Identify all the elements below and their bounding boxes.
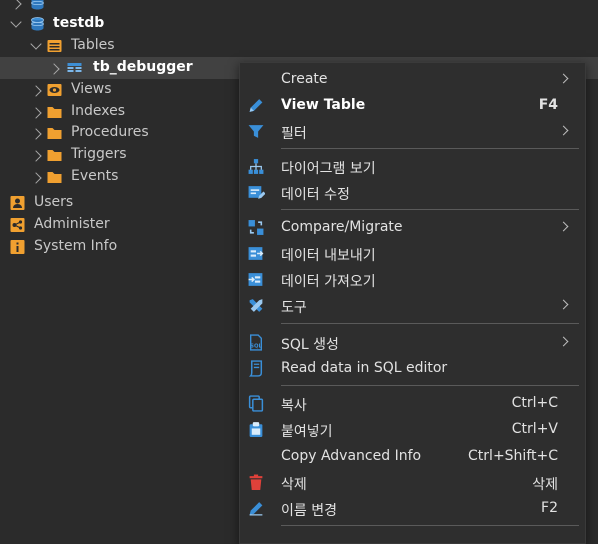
chevron-down-icon[interactable] xyxy=(10,16,22,28)
import-icon xyxy=(248,273,263,286)
compare-icon xyxy=(248,220,264,235)
menu-item-paste[interactable]: 붙여넣기 Ctrl+V xyxy=(240,416,585,442)
tools-icon xyxy=(249,299,263,312)
context-menu: Create View Table F4 필터 다이어그램 보기 데이터 수정 … xyxy=(239,62,586,544)
menu-item-label: View Table xyxy=(281,97,366,113)
menu-item-delete[interactable]: 삭제 삭제 xyxy=(240,469,585,495)
copy-icon xyxy=(248,395,264,412)
database-name: testdb xyxy=(53,15,105,31)
menu-item-filter[interactable]: 필터 xyxy=(240,118,585,144)
menu-item-label: 복사 xyxy=(281,398,307,414)
diagram-icon xyxy=(248,159,264,174)
chevron-right-icon[interactable] xyxy=(30,107,42,119)
shortcut-label: 삭제 xyxy=(532,477,558,493)
paste-icon xyxy=(249,422,263,437)
pencil-icon xyxy=(249,99,263,112)
menu-separator xyxy=(281,323,579,324)
submenu-arrow-icon xyxy=(558,73,569,84)
menu-item-copy-advanced[interactable]: Copy Advanced Info Ctrl+Shift+C xyxy=(240,443,585,469)
menu-item-label: 삭제 xyxy=(281,477,307,493)
shortcut-label: Ctrl+V xyxy=(511,421,558,437)
menu-item-label: 도구 xyxy=(281,300,307,316)
trash-icon xyxy=(249,474,263,490)
menu-item-rename[interactable]: 이름 변경 F2 xyxy=(240,495,585,521)
chevron-right-icon[interactable] xyxy=(48,63,60,75)
rename-icon xyxy=(249,502,263,516)
menu-item-label: SQL 생성 xyxy=(281,337,339,353)
chevron-right-icon[interactable] xyxy=(30,150,42,162)
submenu-arrow-icon xyxy=(558,336,569,347)
menu-item-label: 다이어그램 보기 xyxy=(281,161,376,177)
section-label: System Info xyxy=(34,238,118,254)
folder-label: Views xyxy=(71,81,112,97)
folder-label: Triggers xyxy=(71,146,127,162)
menu-item-label: 필터 xyxy=(281,126,307,142)
submenu-arrow-icon xyxy=(558,125,569,136)
database-icon xyxy=(31,0,44,10)
menu-item-label: 데이터 수정 xyxy=(281,187,350,203)
menu-item-read-sql-editor[interactable]: Read data in SQL editor xyxy=(240,355,585,381)
folder-label: Indexes xyxy=(71,103,126,119)
table-icon xyxy=(67,63,82,72)
menu-item-sql-generate[interactable]: SQL SQL 생성 xyxy=(240,329,585,355)
users-icon xyxy=(10,196,25,210)
folder-icon xyxy=(47,172,62,183)
menu-item-label: 붙여넣기 xyxy=(281,424,333,440)
menu-item-label: 데이터 내보내기 xyxy=(281,248,376,264)
menu-item-label: 이름 변경 xyxy=(281,503,337,519)
menu-item-copy[interactable]: 복사 Ctrl+C xyxy=(240,390,585,416)
menu-item-export-data[interactable]: 데이터 내보내기 xyxy=(240,240,585,266)
shortcut-label: F4 xyxy=(538,97,558,113)
filter-icon xyxy=(248,125,264,138)
database-icon xyxy=(31,17,44,31)
tree-row-connection[interactable] xyxy=(0,0,598,14)
chevron-right-icon[interactable] xyxy=(30,172,42,184)
menu-separator xyxy=(281,385,579,386)
folder-icon xyxy=(47,107,62,118)
menu-item-label: Create xyxy=(281,71,328,87)
menu-item-label: Read data in SQL editor xyxy=(281,360,448,376)
menu-item-label: 데이터 가져오기 xyxy=(281,274,376,290)
info-icon xyxy=(10,240,25,254)
administer-icon xyxy=(10,218,25,232)
menu-separator xyxy=(281,209,579,210)
folder-icon xyxy=(47,150,62,161)
section-label: Administer xyxy=(34,216,110,232)
chevron-right-icon[interactable] xyxy=(10,0,22,10)
menu-item-tools[interactable]: 도구 xyxy=(240,292,585,318)
menu-item-diagram[interactable]: 다이어그램 보기 xyxy=(240,153,585,179)
sql-file-icon: SQL xyxy=(249,334,262,351)
tree-row-testdb[interactable]: testdb xyxy=(0,13,598,35)
shortcut-label: F2 xyxy=(541,500,558,516)
menu-item-label: Copy Advanced Info xyxy=(281,448,422,464)
folder-label: Events xyxy=(71,168,119,184)
tables-label: Tables xyxy=(71,37,115,53)
table-name: tb_debugger xyxy=(93,59,193,75)
script-icon xyxy=(248,360,263,377)
chevron-down-icon[interactable] xyxy=(30,38,42,50)
menu-item-import-data[interactable]: 데이터 가져오기 xyxy=(240,266,585,292)
tree-row-tables[interactable]: Tables xyxy=(0,35,598,57)
tables-folder-icon xyxy=(47,40,62,52)
menu-separator xyxy=(281,148,579,149)
views-folder-icon xyxy=(47,84,62,96)
menu-item-compare-migrate[interactable]: Compare/Migrate xyxy=(240,214,585,240)
menu-item-label: Compare/Migrate xyxy=(281,219,403,235)
submenu-arrow-icon xyxy=(558,221,569,232)
chevron-right-icon[interactable] xyxy=(30,128,42,140)
menu-item-create[interactable]: Create xyxy=(240,66,585,92)
section-label: Users xyxy=(34,194,74,210)
shortcut-label: Ctrl+C xyxy=(511,395,558,411)
menu-item-edit-data[interactable]: 데이터 수정 xyxy=(240,179,585,205)
export-icon xyxy=(248,247,264,260)
svg-text:SQL: SQL xyxy=(250,343,262,349)
shortcut-label: Ctrl+Shift+C xyxy=(468,448,558,464)
edit-data-icon xyxy=(248,186,265,199)
menu-separator xyxy=(281,525,579,526)
chevron-right-icon[interactable] xyxy=(30,85,42,97)
submenu-arrow-icon xyxy=(558,299,569,310)
menu-item-view-table[interactable]: View Table F4 xyxy=(240,92,585,118)
folder-icon xyxy=(47,128,62,139)
folder-label: Procedures xyxy=(71,124,149,140)
